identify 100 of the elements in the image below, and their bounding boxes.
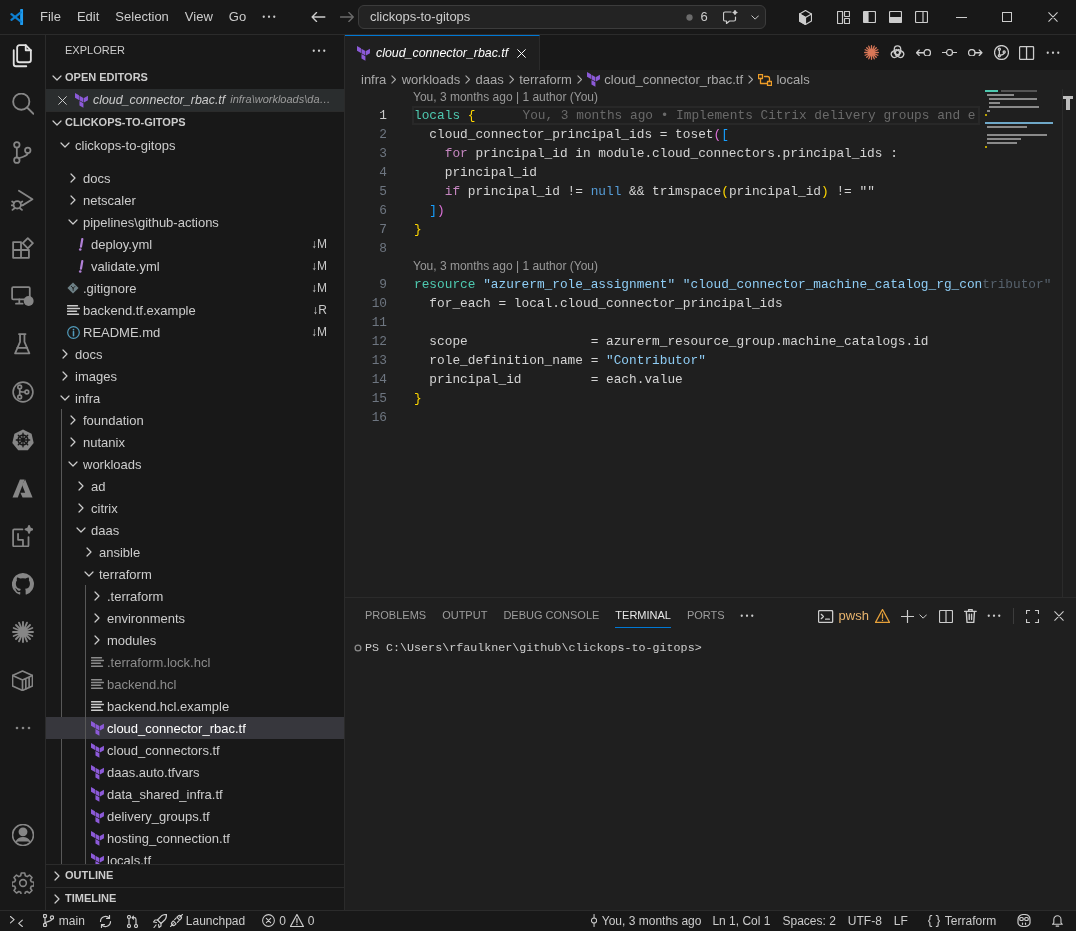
tree-item[interactable]: ansible (46, 541, 344, 563)
menu-item[interactable]: View (176, 7, 221, 27)
breadcrumb-item[interactable]: workloads (401, 71, 461, 88)
more-icon[interactable] (312, 49, 326, 53)
chevron-right-icon[interactable] (54, 894, 60, 904)
forward-arrow-icon[interactable] (339, 12, 354, 22)
tree-item[interactable]: backend.tf.example (46, 299, 313, 321)
circle-arrow-right-icon[interactable] (967, 48, 983, 57)
flask-icon[interactable] (14, 333, 31, 355)
code-lens[interactable]: You, 3 months ago | 1 author (You) (413, 90, 599, 104)
remote-icon[interactable] (10, 915, 23, 927)
close-icon[interactable] (1054, 611, 1064, 621)
account-icon[interactable] (11, 824, 34, 846)
status-item[interactable]: Ln 1, Col 1 (712, 913, 771, 929)
breadcrumb-item[interactable]: locals (758, 71, 810, 88)
git-commit-icon[interactable] (590, 914, 597, 928)
tree-item[interactable]: infra (46, 387, 344, 409)
tree-item[interactable]: backend.hcl.example (46, 695, 344, 717)
tree-item[interactable]: netscaler (46, 189, 344, 211)
circle-arrow-left-icon[interactable] (915, 48, 931, 57)
panel-tab[interactable]: OUTPUT (442, 604, 488, 628)
warning-icon[interactable] (289, 914, 304, 928)
chevron-down-icon[interactable] (60, 395, 70, 401)
breadcrumb-item[interactable]: cloud_connector_rbac.tf (587, 71, 744, 88)
chat-sparkle-icon[interactable] (722, 10, 738, 24)
chevron-down-icon[interactable] (68, 219, 78, 225)
layout-grid-icon[interactable] (836, 10, 850, 24)
sync-icon[interactable] (98, 914, 112, 928)
more-icon[interactable] (14, 726, 31, 730)
chevron-right-icon[interactable] (54, 871, 60, 881)
chevron-right-icon[interactable] (62, 371, 68, 381)
tree-item[interactable]: modules (46, 629, 344, 651)
chevron-down-icon[interactable] (84, 571, 94, 577)
section-header[interactable]: TIMELINE (46, 888, 344, 910)
pull-request-icon[interactable] (126, 914, 138, 928)
tree-item[interactable]: data_shared_infra.tf (46, 783, 344, 805)
section-header[interactable]: OUTLINE (46, 865, 344, 887)
tree-item[interactable]: locals.tf (46, 849, 344, 864)
more-icon[interactable] (739, 614, 754, 618)
chevron-right-icon[interactable] (70, 437, 76, 447)
scrollbar-marker[interactable] (1063, 96, 1073, 110)
tree-item[interactable]: validate.yml (46, 255, 311, 277)
maximize-panel-icon[interactable] (1026, 609, 1039, 623)
language-mode[interactable]: Terraform (944, 913, 997, 929)
menu-item[interactable]: File (32, 7, 69, 27)
tree-item[interactable]: backend.hcl (46, 673, 344, 695)
commit-icon[interactable] (941, 49, 957, 56)
tree-item[interactable]: hosting_connection.tf (46, 827, 344, 849)
tree-item[interactable]: images (46, 365, 344, 387)
launchpad-label[interactable]: Launchpad (185, 913, 246, 929)
tree-item[interactable]: terraform (46, 563, 344, 585)
bell-icon[interactable] (1052, 914, 1063, 928)
tree-item[interactable]: environments (46, 607, 344, 629)
error-icon[interactable] (262, 914, 276, 928)
panel-tab[interactable]: DEBUG CONSOLE (503, 604, 600, 628)
terminal-name[interactable]: pwsh (838, 608, 869, 624)
blame-status[interactable]: You, 3 months ago (601, 913, 702, 929)
chevron-down-icon[interactable] (76, 527, 86, 533)
tree-item[interactable]: .terraform (46, 585, 344, 607)
minimize-icon[interactable] (955, 16, 967, 18)
more-icon[interactable] (262, 15, 277, 19)
tree-item[interactable]: README.md (46, 321, 311, 343)
helm-wheel-icon[interactable] (11, 429, 34, 451)
status-item[interactable]: UTF-8 (847, 913, 882, 929)
section-header[interactable]: CLICKOPS-TO-GITOPS (46, 112, 344, 134)
tree-item[interactable]: docs (46, 343, 344, 365)
chevron-right-icon[interactable] (86, 547, 92, 557)
files-icon[interactable] (12, 44, 33, 68)
tree-item[interactable]: citrix (46, 497, 344, 519)
source-control-icon[interactable] (13, 140, 32, 164)
tree-item[interactable]: cloud_connectors.tf (46, 739, 344, 761)
monitor-icon[interactable] (10, 285, 35, 307)
crate-icon[interactable] (12, 669, 33, 691)
braces-icon[interactable] (927, 915, 940, 927)
letter-a-icon[interactable] (11, 478, 34, 498)
chevron-right-icon[interactable] (62, 349, 68, 359)
status-item[interactable]: LF (893, 913, 908, 929)
breadcrumb-item[interactable]: infra (361, 71, 387, 88)
menu-item[interactable]: Selection (107, 7, 177, 27)
terminal-icon[interactable] (818, 609, 834, 623)
chevron-right-icon[interactable] (70, 173, 76, 183)
rocket-icon[interactable] (152, 914, 167, 928)
panel-tab[interactable]: TERMINAL (615, 604, 671, 628)
command-center-field[interactable]: clickops-to-gitops 6 (357, 5, 766, 29)
menu-item[interactable]: Edit (68, 7, 108, 27)
cube-icon[interactable] (798, 9, 812, 25)
tree-item[interactable]: delivery_groups.tf (46, 805, 344, 827)
chevron-down-icon[interactable] (52, 120, 62, 126)
chevron-right-icon[interactable] (94, 635, 100, 645)
editor-tab[interactable]: cloud_connector_rbac.tf (345, 35, 540, 70)
tree-item[interactable]: workloads (46, 453, 344, 475)
menu-item[interactable]: Go (220, 7, 255, 27)
error-count[interactable]: 0 (279, 913, 286, 929)
more-icon[interactable] (987, 614, 1001, 618)
workspace-name-label[interactable]: clickops-to-gitops (369, 9, 471, 25)
app-logo-icon[interactable] (9, 9, 25, 25)
plus-icon[interactable] (900, 609, 914, 623)
chevron-right-icon[interactable] (70, 415, 76, 425)
chevron-right-icon[interactable] (70, 195, 76, 205)
trash-icon[interactable] (964, 609, 977, 623)
